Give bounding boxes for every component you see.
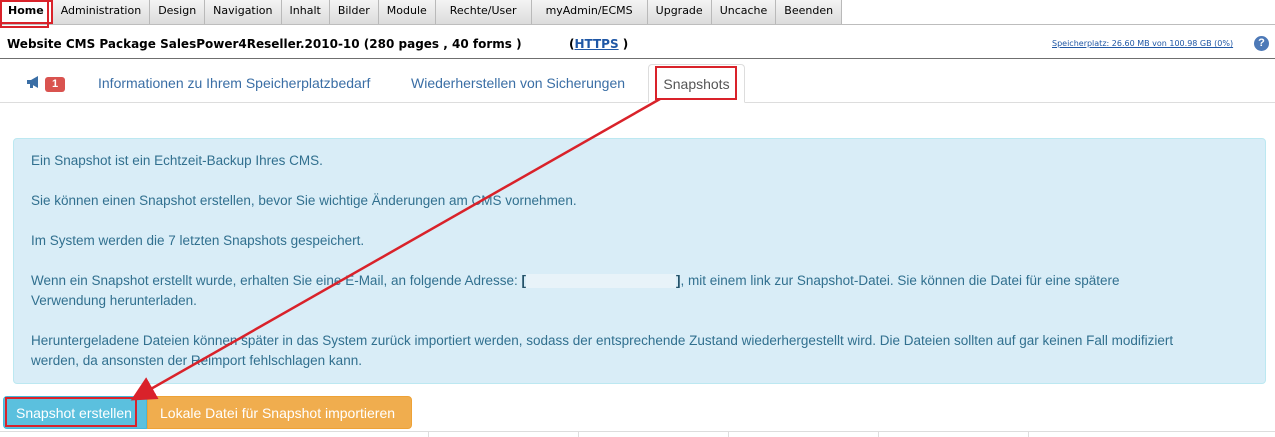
notification-badge[interactable]: 1 [45,77,65,92]
tab-storage-info[interactable]: Informationen zu Ihrem Speicherplatzbeda… [98,64,370,102]
menu-myadmin-ecms[interactable]: myAdmin/ECMS [532,0,648,24]
menu-inhalt[interactable]: Inhalt [282,0,330,24]
info-paragraph-4-line2: Verwendung herunterladen. [31,293,197,308]
info-paragraph-1: Ein Snapshot ist ein Echtzeit-Backup Ihr… [31,153,323,168]
site-title: Website CMS Package SalesPower4Reseller.… [7,37,522,51]
storage-usage-link[interactable]: Speicherplatz: 26.60 MB von 100.98 GB (0… [1052,39,1233,48]
megaphone-icon[interactable] [26,76,42,88]
info-paragraph-5: Heruntergeladene Dateien können später i… [31,331,1256,371]
menu-navigation[interactable]: Navigation [205,0,282,24]
menu-module[interactable]: Module [379,0,436,24]
menu-administration[interactable]: Administration [53,0,151,24]
info-paragraph-5-line1: Heruntergeladene Dateien können später i… [31,333,1174,348]
menu-bilder[interactable]: Bilder [330,0,379,24]
annotation-highlight-create-button [5,397,137,427]
annotation-highlight-snapshots-tab [655,66,737,100]
annotation-highlight-home [0,0,49,28]
info-alert: Ein Snapshot ist ein Echtzeit-Backup Ihr… [13,138,1266,384]
https-link-wrapper: (HTTPS ) [569,37,628,51]
info-paragraph-4-pre: Wenn ein Snapshot erstellt wurde, erhalt… [31,273,522,288]
menu-rechte-user[interactable]: Rechte/User [436,0,532,24]
tab-restore-backups[interactable]: Wiederherstellen von Sicherungen [411,64,625,102]
https-close: ) [618,37,629,51]
info-paragraph-5-line2: werden, da ansonsten der Reimport fehlsc… [31,353,362,368]
menu-upgrade[interactable]: Upgrade [648,0,712,24]
info-paragraph-2: Sie können einen Snapshot erstellen, bev… [31,193,577,208]
menu-beenden[interactable]: Beenden [776,0,843,24]
import-snapshot-button[interactable]: Lokale Datei für Snapshot importieren [147,396,412,429]
help-icon[interactable]: ? [1254,36,1269,51]
https-link[interactable]: HTTPS [574,37,618,51]
tab-bar: Snapshots Informationen zu Ihrem Speiche… [0,64,1275,103]
top-menu: Home Administration Design Navigation In… [0,0,1275,25]
info-paragraph-4: Wenn ein Snapshot erstellt wurde, erhalt… [31,271,1256,311]
info-paragraph-3: Im System werden die 7 letzten Snapshots… [31,233,365,248]
table-header-hint [0,431,1275,437]
menu-spacer [842,0,1275,24]
info-paragraph-4-post: , mit einem link zur Snapshot-Datei. Sie… [680,273,1120,288]
menu-uncache[interactable]: Uncache [712,0,777,24]
header-bar: Website CMS Package SalesPower4Reseller.… [0,28,1275,59]
redacted-email [526,274,677,289]
menu-design[interactable]: Design [150,0,206,24]
